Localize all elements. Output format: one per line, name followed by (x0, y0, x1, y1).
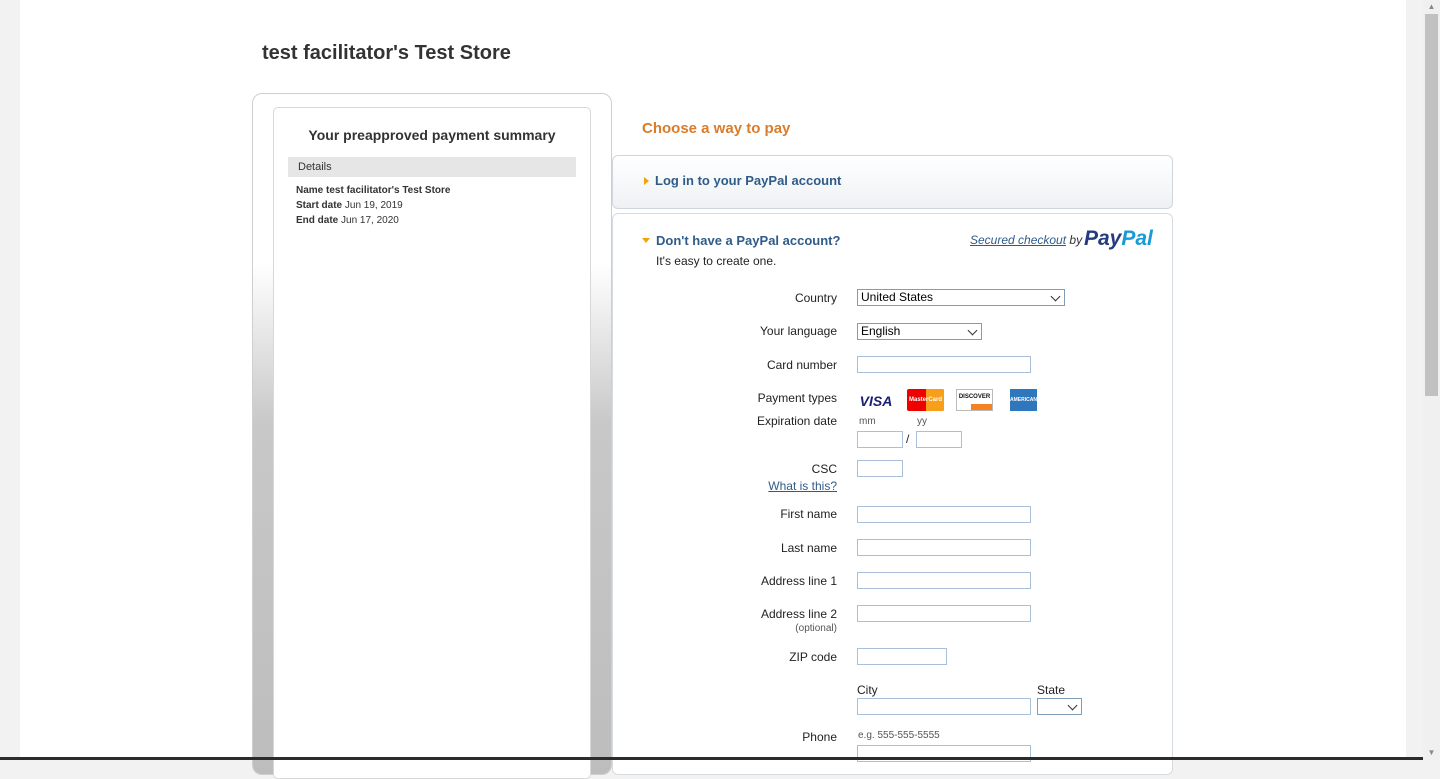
detail-value: Jun 19, 2019 (344, 200, 403, 211)
first-name-label: First name (780, 507, 837, 521)
choose-title: Choose a way to pay (642, 120, 791, 137)
detail-value: test facilitator's Test Store (326, 185, 451, 196)
chevron-down-icon (967, 325, 978, 336)
state-select[interactable] (1037, 698, 1082, 715)
collapse-arrow-icon (642, 238, 650, 243)
detail-value: Jun 17, 2020 (341, 215, 399, 226)
paypal-logo-pal: Pal (1121, 227, 1153, 250)
optional-label: (optional) (795, 623, 837, 634)
secured-by-text: by (1066, 233, 1083, 247)
address2-label: Address line 2 (760, 607, 837, 621)
address2-input[interactable] (857, 605, 1031, 622)
language-label: Your language (760, 324, 837, 338)
chevron-down-icon (1050, 291, 1061, 302)
date-separator: / (906, 432, 910, 446)
secured-checkout: Secured checkout by (970, 233, 1082, 247)
first-name-input[interactable] (857, 506, 1031, 523)
last-name-input[interactable] (857, 539, 1031, 556)
csc-label: CSC (811, 462, 837, 476)
country-value: United States (861, 290, 934, 304)
csc-input[interactable] (857, 460, 903, 477)
detail-label: Name (296, 185, 324, 196)
chevron-down-icon (1067, 700, 1078, 711)
country-label: Country (794, 291, 837, 305)
address1-label: Address line 1 (760, 574, 837, 588)
mastercard-icon: MasterCard (907, 389, 944, 411)
card-number-label: Card number (766, 358, 837, 372)
visa-icon: VISA (857, 390, 895, 412)
last-name-label: Last name (780, 541, 837, 555)
details-header: Details (288, 157, 576, 177)
detail-name: Name test facilitator's Test Store (296, 185, 450, 196)
discover-icon-text: DISCOVER (958, 394, 991, 400)
card-number-input[interactable] (857, 356, 1031, 373)
city-input[interactable] (857, 698, 1031, 715)
phone-label: Phone (802, 730, 837, 744)
paypal-logo-pay: Pay (1084, 227, 1122, 250)
zip-label: ZIP code (789, 650, 837, 664)
detail-start-date: Start date Jun 19, 2019 (296, 200, 403, 211)
scroll-down-icon[interactable]: ▼ (1423, 746, 1440, 760)
exp-year-input[interactable] (916, 431, 962, 448)
detail-end-date: End date Jun 17, 2020 (296, 215, 399, 226)
mm-hint: mm (859, 416, 876, 427)
zip-input[interactable] (857, 648, 947, 665)
scroll-thumb[interactable] (1425, 14, 1438, 396)
signup-subtitle: It's easy to create one. (656, 254, 777, 268)
mastercard-icon-text: MasterCard (908, 397, 942, 403)
store-title: test facilitator's Test Store (262, 42, 511, 64)
language-value: English (861, 324, 901, 338)
signup-title[interactable]: Don't have a PayPal account? (656, 233, 840, 248)
yy-hint: yy (917, 416, 927, 427)
language-select[interactable]: English (857, 323, 982, 340)
vertical-scrollbar[interactable]: ▲ ▼ (1423, 0, 1440, 760)
payment-types-label: Payment types (757, 391, 837, 405)
address1-input[interactable] (857, 572, 1031, 589)
paypal-logo: PayPal (1084, 227, 1153, 251)
expand-arrow-icon (644, 177, 649, 185)
summary-title: Your preapproved payment summary (308, 127, 556, 143)
phone-hint: e.g. 555-555-5555 (858, 730, 940, 741)
state-label: State (1037, 683, 1066, 697)
amex-icon: AMERICAN EXPRESS (1010, 389, 1037, 425)
expiration-label: Expiration date (756, 414, 837, 428)
country-select[interactable]: United States (857, 289, 1065, 306)
csc-help-link[interactable]: What is this? (768, 479, 837, 493)
detail-label: End date (296, 215, 339, 226)
discover-icon: DISCOVER (956, 389, 993, 411)
scroll-up-icon[interactable]: ▲ (1423, 0, 1440, 14)
secured-checkout-link[interactable]: Secured checkout (970, 233, 1066, 247)
detail-label: Start date (296, 200, 343, 211)
login-link[interactable]: Log in to your PayPal account (655, 173, 841, 188)
city-label: City (857, 683, 878, 697)
exp-month-input[interactable] (857, 431, 903, 448)
